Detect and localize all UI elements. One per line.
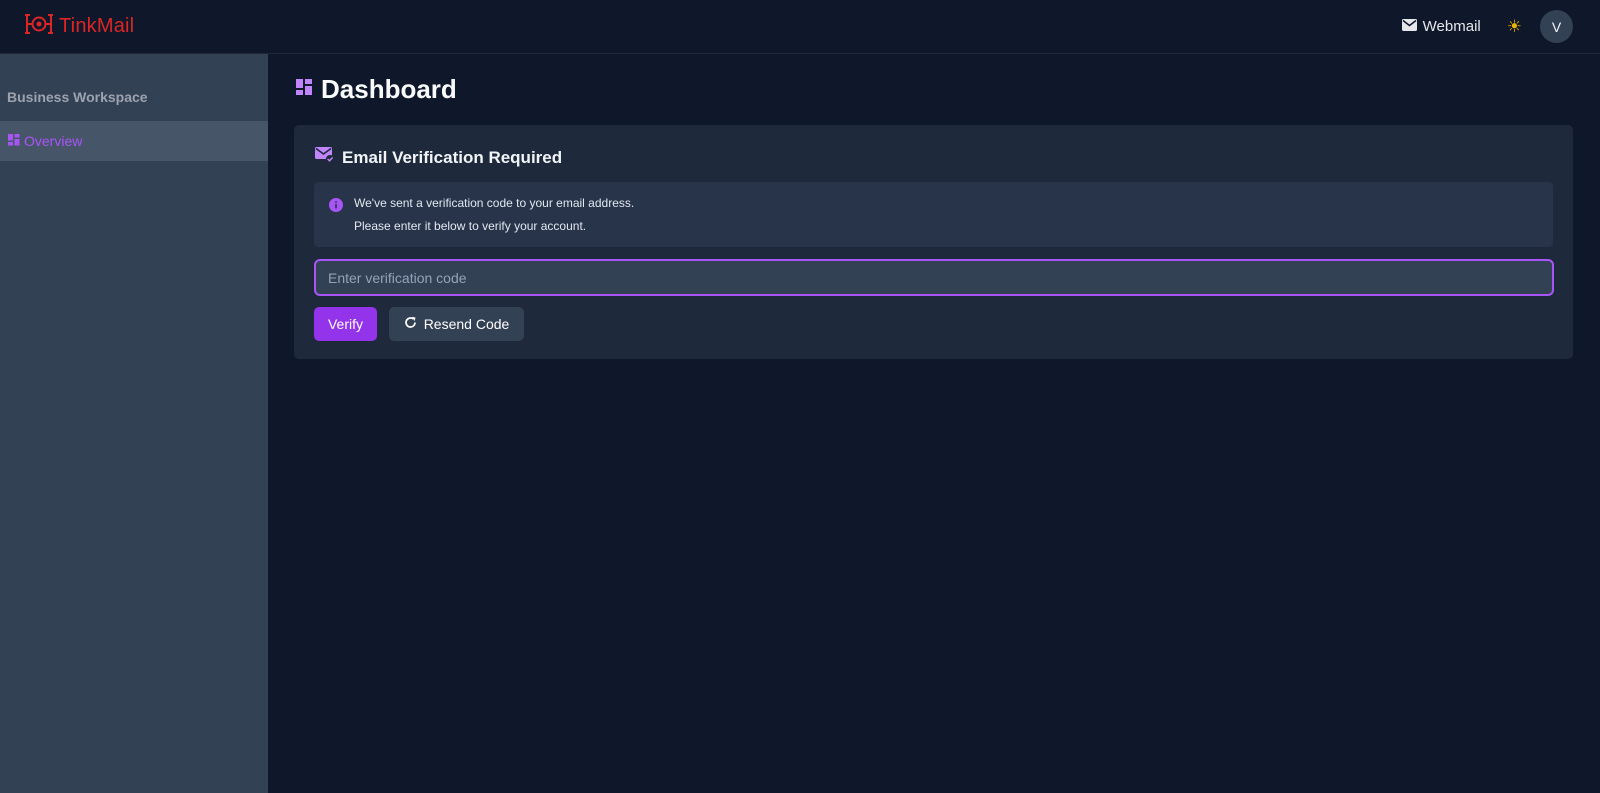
sidebar-item-overview[interactable]: Overview: [0, 121, 268, 161]
resend-code-button[interactable]: Resend Code: [389, 307, 524, 341]
tinkmail-logo-icon: [25, 13, 53, 40]
brand-name: TinkMail: [59, 15, 135, 37]
dashboard-icon: [8, 133, 20, 149]
brand-logo[interactable]: TinkMail: [25, 13, 134, 40]
refresh-icon: [404, 316, 417, 332]
workspace-title: Business Workspace: [7, 89, 148, 105]
mail-icon: [1401, 18, 1417, 35]
user-avatar[interactable]: V: [1540, 10, 1573, 43]
theme-toggle-button[interactable]: ☀: [1507, 18, 1522, 35]
page-header: Dashboard: [296, 74, 457, 105]
info-message-line-2: Please enter it below to verify your acc…: [354, 219, 587, 233]
topbar-actions: Webmail ☀ V: [1401, 10, 1573, 43]
sidebar-item-label: Overview: [24, 133, 83, 149]
verification-title: Email Verification Required: [342, 147, 563, 167]
verify-button[interactable]: Verify: [314, 307, 377, 341]
verification-code-input[interactable]: [314, 259, 1554, 296]
top-bar: TinkMail Webmail ☀ V: [0, 0, 1600, 54]
verification-card: Email Verification Required We've sent a…: [294, 125, 1573, 359]
webmail-label: Webmail: [1422, 18, 1481, 35]
sun-icon: ☀: [1506, 17, 1522, 36]
webmail-link[interactable]: Webmail: [1401, 18, 1481, 35]
info-message-line-1: We've sent a verification code to your e…: [354, 196, 635, 210]
main-content: Dashboard Email Verification Required We…: [268, 54, 1600, 793]
page-title: Dashboard: [321, 74, 457, 104]
resend-code-label: Resend Code: [423, 316, 510, 332]
mark-email-read-icon: [315, 147, 334, 168]
sidebar: Business Workspace Overview: [0, 54, 268, 793]
info-alert: We've sent a verification code to your e…: [314, 182, 1553, 247]
verification-card-header: Email Verification Required: [315, 147, 562, 168]
info-icon: [329, 198, 343, 217]
dashboard-icon: [296, 79, 312, 100]
